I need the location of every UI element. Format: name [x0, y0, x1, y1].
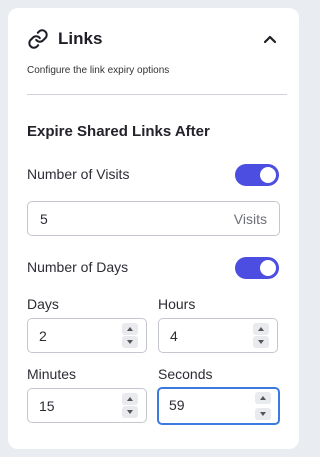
visits-input[interactable]: [40, 210, 180, 228]
days-label: Days: [27, 296, 59, 312]
visits-toggle-label: Number of Visits: [27, 166, 130, 182]
arrow-up-icon: [127, 397, 133, 401]
minutes-stepper[interactable]: [27, 388, 147, 423]
visits-toggle[interactable]: [235, 164, 279, 186]
link-icon: [28, 29, 48, 49]
days-decrement-button[interactable]: [122, 336, 138, 348]
arrow-down-icon: [127, 410, 133, 414]
seconds-increment-button[interactable]: [255, 392, 271, 404]
seconds-stepper[interactable]: [157, 387, 280, 425]
links-panel: Links Configure the link expiry options …: [8, 8, 299, 449]
minutes-increment-button[interactable]: [122, 393, 138, 405]
visits-suffix: Visits: [233, 211, 267, 227]
seconds-input[interactable]: [169, 396, 229, 414]
minutes-decrement-button[interactable]: [122, 406, 138, 418]
section-title: Expire Shared Links After: [27, 123, 210, 140]
arrow-down-icon: [258, 340, 264, 344]
arrow-up-icon: [258, 327, 264, 331]
collapse-button[interactable]: [260, 29, 280, 49]
toggle-knob: [260, 260, 276, 276]
panel-header: Links: [27, 26, 280, 52]
days-stepper[interactable]: [27, 318, 147, 353]
chevron-up-icon: [263, 35, 277, 44]
hours-label: Hours: [158, 296, 196, 312]
minutes-label: Minutes: [27, 366, 77, 382]
panel-subtitle: Configure the link expiry options: [27, 65, 170, 76]
days-toggle-label: Number of Days: [27, 259, 129, 275]
days-input[interactable]: [39, 327, 99, 345]
seconds-label: Seconds: [158, 366, 213, 382]
hours-increment-button[interactable]: [253, 323, 269, 335]
minutes-input[interactable]: [39, 397, 99, 415]
panel-title: Links: [58, 29, 103, 48]
days-toggle[interactable]: [235, 257, 279, 279]
toggle-knob: [260, 167, 276, 183]
hours-stepper[interactable]: [158, 318, 278, 353]
arrow-down-icon: [260, 412, 266, 416]
arrow-up-icon: [127, 327, 133, 331]
days-increment-button[interactable]: [122, 323, 138, 335]
seconds-decrement-button[interactable]: [255, 408, 271, 420]
arrow-down-icon: [127, 340, 133, 344]
hours-input[interactable]: [170, 327, 230, 345]
visits-input-box[interactable]: Visits: [27, 201, 280, 236]
divider: [27, 94, 287, 95]
hours-decrement-button[interactable]: [253, 336, 269, 348]
arrow-up-icon: [260, 396, 266, 400]
